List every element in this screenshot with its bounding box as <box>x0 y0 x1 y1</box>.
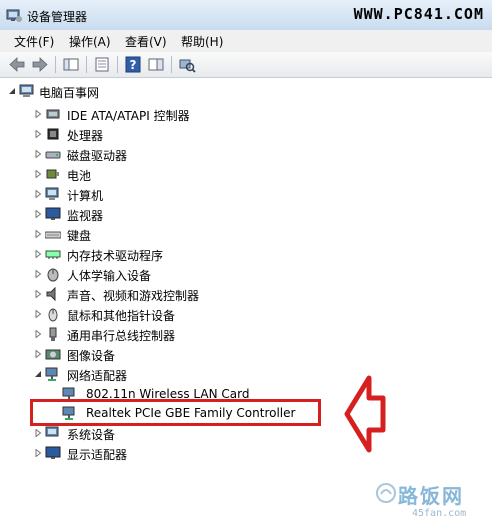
tree-category[interactable]: 系统设备 <box>34 424 334 442</box>
category-label: 键盘 <box>67 229 92 243</box>
properties-icon[interactable] <box>93 56 111 73</box>
expand-arrow-icon[interactable] <box>34 270 42 278</box>
menu-help[interactable]: 帮助(H) <box>181 33 223 50</box>
category-label: 处理器 <box>67 129 104 143</box>
category-label: 人体学输入设备 <box>67 269 152 283</box>
toolbar: ? <box>0 52 492 78</box>
category-label: 监视器 <box>67 209 104 223</box>
toolbar-separator <box>171 56 172 73</box>
tree-root-label: 电脑百事网 <box>39 86 100 100</box>
tree-category[interactable]: 声音、视频和游戏控制器 <box>34 285 334 303</box>
expand-arrow-icon[interactable] <box>34 190 42 198</box>
usb-icon <box>49 327 57 341</box>
tree-category[interactable]: 计算机 <box>34 185 334 203</box>
category-label: IDE ATA/ATAPI 控制器 <box>67 109 190 123</box>
category-label: 鼠标和其他指针设备 <box>67 309 176 323</box>
category-label: 声音、视频和游戏控制器 <box>67 289 200 303</box>
tree-category[interactable]: 鼠标和其他指针设备 <box>34 305 334 323</box>
expand-arrow-icon[interactable] <box>34 350 42 358</box>
computer-icon <box>45 187 59 200</box>
tree-category[interactable]: 键盘 <box>34 225 334 243</box>
keyboard-icon <box>45 231 61 239</box>
display-adapter-icon <box>45 446 61 459</box>
highlight-box <box>30 399 321 426</box>
category-label: 内存技术驱动程序 <box>67 249 164 263</box>
watermark-logo-icon <box>376 483 396 503</box>
tree-category[interactable]: 人体学输入设备 <box>34 265 334 283</box>
tree-category[interactable]: 内存技术驱动程序 <box>34 245 334 263</box>
category-label: 通用串行总线控制器 <box>67 329 176 343</box>
menu-file[interactable]: 文件(F) <box>14 33 54 50</box>
sound-icon <box>46 286 56 302</box>
expand-arrow-icon[interactable] <box>34 230 42 238</box>
hid-icon <box>47 268 59 282</box>
category-label: 网络适配器 <box>67 369 128 383</box>
category-label: 图像设备 <box>67 349 116 363</box>
watermark-url: 45fan.com <box>412 508 467 519</box>
category-label: 系统设备 <box>67 428 116 442</box>
category-label: 电池 <box>67 169 92 183</box>
tree-category[interactable]: 图像设备 <box>34 345 334 363</box>
toolbar-separator <box>86 56 87 73</box>
svg-text:?: ? <box>130 58 137 72</box>
category-label: 计算机 <box>67 189 104 203</box>
tree-category[interactable]: 电池 <box>34 165 334 183</box>
disk-drive-icon <box>45 151 61 159</box>
tree-category[interactable]: 通用串行总线控制器 <box>34 325 334 343</box>
ide-controller-icon <box>46 109 60 119</box>
collapse-arrow-icon[interactable] <box>34 370 42 378</box>
expand-arrow-icon[interactable] <box>34 130 42 138</box>
mouse-icon <box>48 308 58 322</box>
device-manager-icon <box>6 9 22 22</box>
system-devices-icon <box>45 426 59 437</box>
expand-arrow-icon[interactable] <box>34 150 42 158</box>
menu-action[interactable]: 操作(A) <box>69 33 111 50</box>
tree-root[interactable]: 电脑百事网 <box>8 82 308 100</box>
toolbar-separator <box>55 56 56 73</box>
tree-category[interactable]: 磁盘驱动器 <box>34 145 334 163</box>
battery-icon <box>46 169 59 179</box>
expand-arrow-icon[interactable] <box>34 110 42 118</box>
collapse-arrow-icon[interactable] <box>8 87 16 95</box>
network-adapter-icon <box>45 367 58 381</box>
watermark-brand: 路饭网 <box>398 484 464 508</box>
back-arrow-icon[interactable] <box>8 56 26 73</box>
expand-arrow-icon[interactable] <box>34 290 42 298</box>
tree-category[interactable]: 监视器 <box>34 205 334 223</box>
action-pane-icon[interactable] <box>147 56 165 73</box>
expand-arrow-icon[interactable] <box>34 330 42 338</box>
tree-category-network-adapters[interactable]: 网络适配器 <box>34 365 334 383</box>
expand-arrow-icon[interactable] <box>34 310 42 318</box>
window-title: 设备管理器 <box>27 10 88 24</box>
help-icon[interactable]: ? <box>124 56 142 73</box>
expand-arrow-icon[interactable] <box>34 449 42 457</box>
expand-arrow-icon[interactable] <box>34 429 42 437</box>
monitor-icon <box>45 207 61 220</box>
expand-arrow-icon[interactable] <box>34 210 42 218</box>
computer-root-icon <box>19 84 34 97</box>
device-tree: 电脑百事网 IDE ATA/ATAPI 控制器 处理器 磁盘驱动器 电池 计算机… <box>0 78 492 529</box>
expand-arrow-icon[interactable] <box>34 170 42 178</box>
category-label: 磁盘驱动器 <box>67 149 128 163</box>
show-hide-tree-icon[interactable] <box>62 56 80 73</box>
processor-icon <box>47 128 59 140</box>
tree-category[interactable]: 处理器 <box>34 125 334 143</box>
forward-arrow-icon[interactable] <box>31 56 49 73</box>
tree-category[interactable]: IDE ATA/ATAPI 控制器 <box>34 105 334 123</box>
red-arrow-icon <box>344 375 386 453</box>
category-label: 显示适配器 <box>67 448 128 462</box>
menu-view[interactable]: 查看(V) <box>125 33 167 50</box>
menu-bar: 文件(F) 操作(A) 查看(V) 帮助(H) <box>0 30 492 53</box>
memory-driver-icon <box>45 250 61 259</box>
title-bar: 设备管理器 WWW.PC841.COM <box>0 0 492 31</box>
imaging-icon <box>45 349 61 360</box>
site-watermark: WWW.PC841.COM <box>353 5 484 23</box>
scan-hardware-icon[interactable] <box>178 56 196 73</box>
tree-category[interactable]: 显示适配器 <box>34 444 334 462</box>
expand-arrow-icon[interactable] <box>34 250 42 258</box>
toolbar-separator <box>117 56 118 73</box>
